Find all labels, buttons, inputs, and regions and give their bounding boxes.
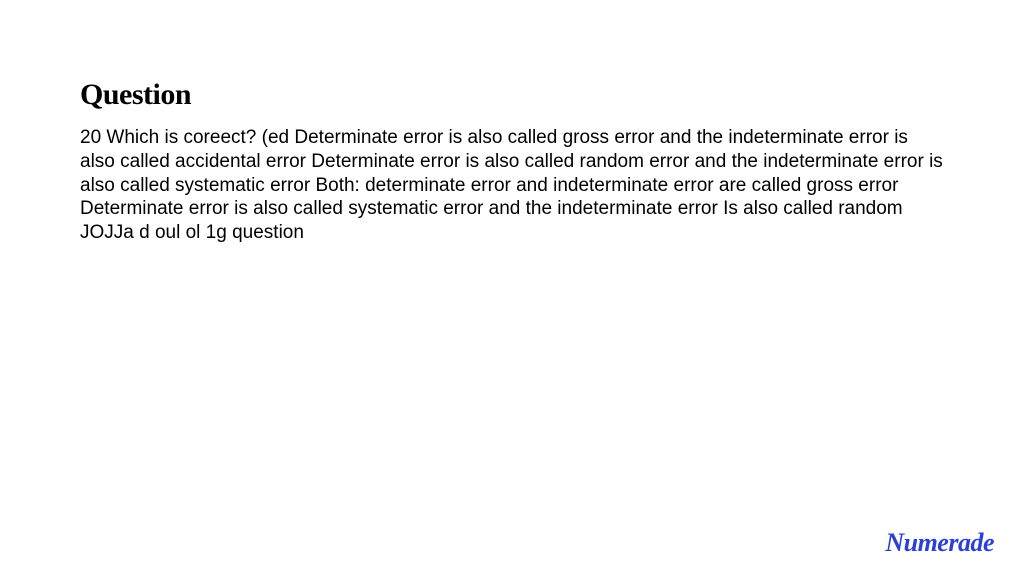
numerade-logo: Numerade [885,528,994,558]
question-heading: Question [80,78,944,112]
question-body: 20 Which is coreect? (ed Determinate err… [80,126,944,245]
question-content: Question 20 Which is coreect? (ed Determ… [0,0,1024,245]
